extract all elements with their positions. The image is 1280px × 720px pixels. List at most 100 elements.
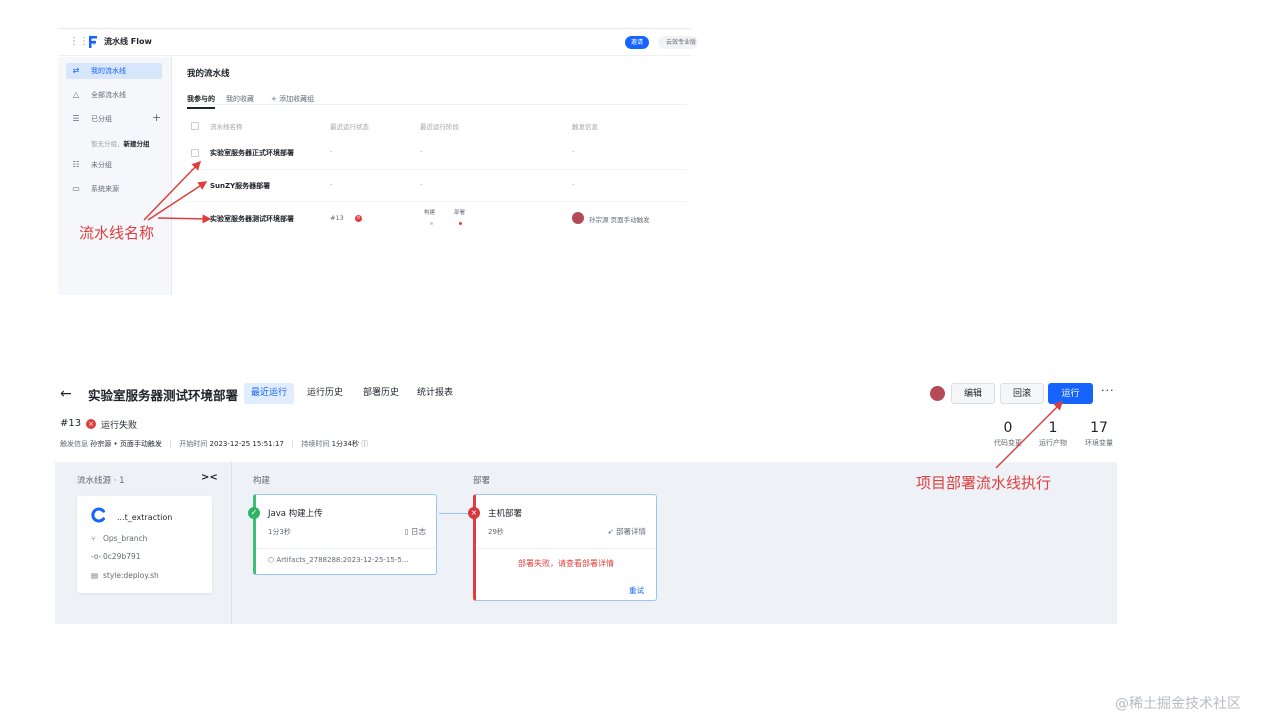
row-status: - — [330, 148, 333, 156]
pipeline-detail-screenshot: ← 实验室服务器测试环境部署 最近运行 运行历史 部署历史 统计报表 编辑 回滚… — [55, 378, 1117, 626]
sidebar-item-label: 系统来源 — [91, 185, 119, 193]
build-number: #13 — [60, 418, 82, 429]
row-checkbox[interactable] — [191, 149, 199, 157]
all-pipelines-icon: △ — [72, 90, 80, 99]
build-status: 运行失败 — [101, 421, 138, 431]
commit-hash: 0c29b791 — [103, 552, 141, 561]
stage-title-build: 构建 — [253, 476, 271, 486]
tab-participated[interactable]: 我参与的 — [187, 94, 215, 109]
tabs-divider — [187, 104, 687, 105]
collapse-icon[interactable]: >< — [201, 472, 218, 483]
new-group-link[interactable]: 新建分组 — [124, 140, 150, 148]
pipeline-name-link[interactable]: 实验室服务器正式环境部署 — [210, 148, 294, 158]
sidebar-item-my-pipelines[interactable]: ⇄ 我的流水线 — [66, 63, 162, 79]
avatar[interactable] — [930, 386, 945, 401]
success-check-icon: ✓ — [248, 507, 260, 519]
edit-button[interactable]: 编辑 — [951, 383, 995, 404]
job-duration: 1分3秒 — [268, 528, 291, 536]
commit-icon: -o- — [91, 552, 102, 561]
job-name: 主机部署 — [488, 509, 523, 519]
watermark: @稀土掘金技术社区 — [1115, 696, 1241, 712]
tab-favorites[interactable]: 我的收藏 — [226, 94, 254, 104]
stat-value: 17 — [1090, 420, 1108, 436]
row-stage: - — [420, 148, 423, 156]
avatar — [572, 212, 584, 224]
app-grid-icon[interactable]: ⋮⋮⋮ — [69, 37, 99, 47]
ungrouped-icon: ☷ — [72, 160, 80, 169]
file-line: ▤ style:deploy.sh — [91, 571, 159, 580]
empty-hint-text: 暂无分组， — [91, 140, 124, 148]
invite-button[interactable]: 邀请 — [625, 36, 649, 49]
branch-name: Ops_branch — [103, 534, 148, 543]
add-group-icon[interactable]: + — [152, 111, 161, 124]
start-value: 2023-12-25 15:51:17 — [209, 440, 284, 448]
codeup-logo-icon — [91, 507, 105, 523]
column-header-stage: 最近运行阶段 — [420, 123, 459, 131]
empty-group-hint: 暂无分组，新建分组 — [91, 138, 150, 148]
pipeline-title: 实验室服务器测试环境部署 — [88, 388, 239, 403]
grouped-icon: ☰ — [72, 114, 80, 123]
sidebar-item-label: 我的流水线 — [91, 67, 126, 75]
branch-icon: ⑂ — [91, 534, 96, 543]
column-header-status: 最近运行状态 — [330, 123, 369, 131]
start-label: 开始时间 — [179, 440, 208, 448]
fail-status-icon: × — [355, 215, 362, 222]
duration-value: 1分34秒 — [331, 440, 359, 448]
cloud-edition-button[interactable]: 云效专业版 — [658, 36, 698, 49]
tab-recent-runs[interactable]: 最近运行 — [244, 383, 295, 404]
job-name: Java 构建上传 — [268, 509, 323, 519]
card-divider — [476, 548, 656, 549]
job-duration: 29秒 — [488, 528, 504, 536]
artifact-link[interactable]: ⬡ Artifacts_2788288:2023-12-25-15-5... — [268, 556, 409, 564]
column-header-name: 流水线名称 — [210, 123, 243, 131]
file-icon: ▤ — [91, 571, 99, 580]
sidebar-item-label: 未分组 — [91, 161, 112, 169]
trigger-value: 孙宗源 • 页面手动触发 — [90, 440, 162, 448]
job-card-deploy[interactable]: 主机部署 29秒 ➶ 部署详情 部署失败，请查看部署详情 重试 — [473, 494, 657, 601]
sidebar-item-grouped[interactable]: ☰ 已分组 — [66, 111, 162, 127]
deploy-detail-link[interactable]: ➶ 部署详情 — [607, 526, 646, 537]
log-link[interactable]: ▯ 日志 — [404, 526, 426, 537]
annotation-pipeline-name: 流水线名称 — [79, 224, 155, 242]
annotation-arrow — [995, 400, 1064, 469]
row-trigger: 孙宗源 页面手动触发 — [589, 216, 650, 224]
tab-run-history[interactable]: 运行历史 — [300, 383, 350, 404]
row-divider — [187, 169, 687, 170]
annotation-arrows — [143, 160, 212, 224]
tab-add-favorite-group[interactable]: + 添加收藏组 — [271, 94, 314, 104]
retry-button[interactable]: 重试 — [629, 585, 644, 596]
source-card[interactable]: ...t_extraction ⑂ Ops_branch -o- 0c29b791 … — [77, 496, 212, 593]
commit-line: -o- 0c29b791 — [91, 552, 141, 561]
sidebar-item-label: 全部流水线 — [91, 91, 126, 99]
repo-name: ...t_extraction — [117, 513, 173, 522]
top-bar: ⋮⋮⋮ 流水线 Flow 邀请 云效专业版 — [58, 29, 698, 56]
trigger-label: 触发信息 — [60, 440, 88, 448]
tab-statistics[interactable]: 统计报表 — [410, 383, 460, 404]
back-arrow-icon[interactable]: ← — [60, 386, 72, 402]
stat-env-vars[interactable]: 17 环境变量 — [1074, 420, 1124, 448]
row-trigger: - — [572, 148, 575, 156]
stage-title-deploy: 部署 — [473, 476, 491, 486]
row-trigger: - — [572, 181, 575, 189]
fail-status-icon: × — [86, 419, 96, 429]
branch-line: ⑂ Ops_branch — [91, 534, 147, 543]
sidebar-item-label: 已分组 — [91, 115, 112, 123]
tab-deploy-history[interactable]: 部署历史 — [356, 383, 406, 404]
stage-label: 部署 — [454, 210, 466, 216]
select-all-checkbox[interactable] — [191, 122, 199, 130]
job-card-build[interactable]: Java 构建上传 1分3秒 ▯ 日志 ⬡ Artifacts_2788288:… — [253, 494, 437, 575]
row-divider — [187, 201, 687, 202]
pipeline-name-link[interactable]: 实验室服务器测试环境部署 — [210, 214, 294, 224]
sidebar-item-all-pipelines[interactable]: △ 全部流水线 — [66, 87, 162, 103]
source-title: 流水线源 · 1 — [77, 476, 125, 486]
row-stage: - — [420, 181, 423, 189]
artifact-name: Artifacts_2788288:2023-12-25-15-5... — [276, 556, 409, 564]
stage-label: 构建 — [424, 210, 436, 216]
column-header-trigger: 触发信息 — [572, 123, 598, 131]
more-options-icon[interactable]: ··· — [1101, 384, 1115, 397]
help-icon[interactable]: ⓘ — [361, 440, 368, 448]
run-number-link[interactable]: #13 — [330, 214, 344, 222]
flow-logo-icon — [89, 36, 97, 48]
deploy-error-message: 部署失败，请查看部署详情 — [518, 559, 614, 568]
duration-label: 持续时间 — [301, 440, 330, 448]
